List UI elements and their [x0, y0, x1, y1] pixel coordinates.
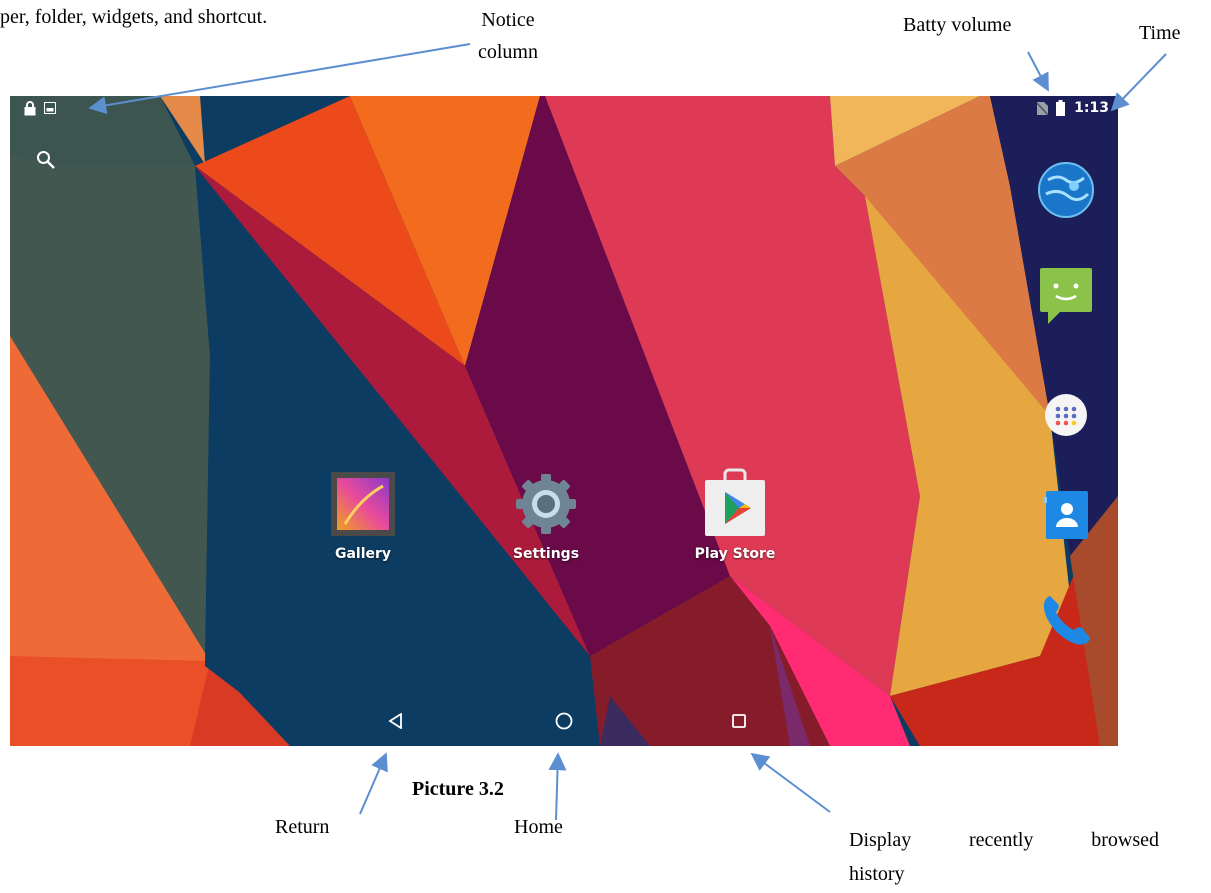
nav-recents-button[interactable] — [717, 706, 761, 736]
image-notification-icon — [44, 102, 56, 114]
home-icon — [555, 712, 573, 730]
app-label-play-store: Play Store — [694, 546, 776, 562]
arrow-time — [1110, 53, 1167, 112]
dock-phone[interactable] — [1034, 586, 1098, 650]
arrow-return — [359, 752, 388, 815]
callout-battery: Batty volume — [903, 14, 1012, 36]
recents-icon — [732, 714, 746, 728]
app-label-gallery: Gallery — [334, 546, 392, 562]
messaging-icon — [1040, 268, 1092, 324]
search-icon[interactable] — [36, 150, 56, 170]
callout-recent-line2: history — [849, 863, 905, 885]
callout-home: Home — [514, 816, 563, 838]
arrow-battery — [1027, 51, 1049, 92]
app-play-store[interactable]: Play Store — [675, 466, 795, 562]
gallery-icon — [331, 472, 395, 536]
play-store-icon — [705, 468, 765, 536]
no-sim-icon — [1037, 102, 1048, 115]
callout-notice-line2: column — [478, 41, 538, 63]
lock-icon — [24, 101, 36, 116]
browser-globe-icon — [1038, 162, 1094, 218]
dock-messaging[interactable] — [1034, 264, 1098, 328]
phone-icon — [1043, 596, 1090, 645]
dock-app-drawer[interactable] — [1034, 383, 1098, 447]
dock-browser[interactable] — [1034, 158, 1098, 222]
app-drawer-icon — [1045, 394, 1087, 436]
settings-icon — [516, 474, 576, 534]
nav-back-button[interactable] — [374, 706, 418, 736]
tablet-screenshot: 1:13 Gallery Settings Play Store — [10, 96, 1118, 746]
callout-time: Time — [1139, 22, 1181, 44]
contacts-icon — [1044, 491, 1088, 539]
app-label-settings: Settings — [512, 546, 580, 562]
document-intro-text: per, folder, widgets, and shortcut. — [0, 6, 268, 28]
callout-recent-history: Display recently browsed history — [849, 823, 1159, 891]
status-time: 1:13 — [1074, 100, 1109, 116]
status-bar: 1:13 — [10, 96, 1118, 122]
nav-home-button[interactable] — [542, 706, 586, 736]
callout-recent-line1: Display recently browsed — [849, 829, 1159, 851]
back-icon — [388, 713, 402, 729]
callout-notice-column: Notice column — [478, 4, 538, 68]
arrow-home — [548, 752, 567, 821]
battery-icon — [1056, 100, 1065, 116]
arrow-recent-history — [750, 752, 831, 813]
figure-caption: Picture 3.2 — [412, 778, 504, 800]
dock-contacts[interactable] — [1034, 483, 1098, 547]
callout-return: Return — [275, 816, 330, 838]
app-gallery[interactable]: Gallery — [303, 468, 423, 562]
app-settings[interactable]: Settings — [486, 468, 606, 562]
wallpaper — [10, 96, 1118, 746]
callout-notice-line1: Notice — [481, 9, 535, 31]
